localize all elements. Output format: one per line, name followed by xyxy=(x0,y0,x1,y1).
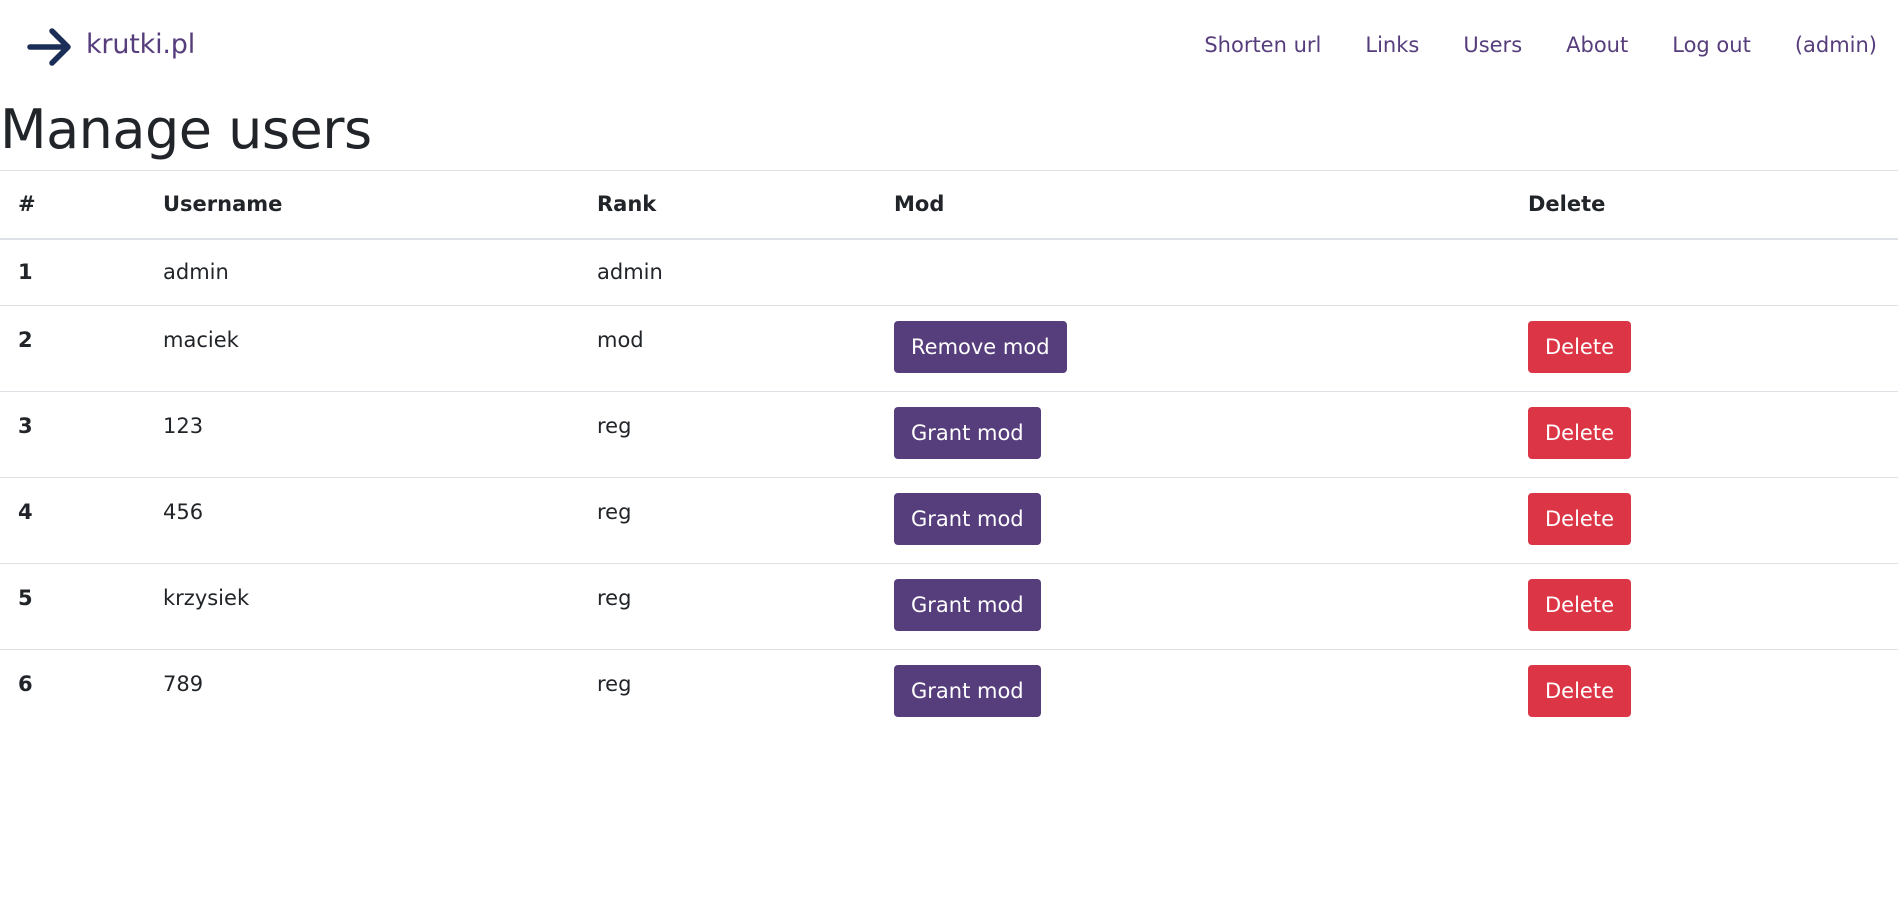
remove-mod-button[interactable]: Remove mod xyxy=(894,321,1067,373)
row-delete-cell: Delete xyxy=(1503,649,1898,736)
table-row: 5 krzysiek reg Grant mod Delete xyxy=(0,563,1898,650)
row-number: 1 xyxy=(0,238,145,306)
row-number: 2 xyxy=(0,305,145,392)
row-mod-cell: Grant mod xyxy=(877,563,1503,650)
page-title: Manage users xyxy=(0,98,372,161)
row-rank: reg xyxy=(579,563,877,650)
grant-mod-button[interactable]: Grant mod xyxy=(894,665,1041,717)
arrow-right-icon xyxy=(27,28,71,66)
row-delete-cell: Delete xyxy=(1503,477,1898,564)
nav-menu: Shorten url Links Users About Log out (a… xyxy=(1204,33,1877,57)
column-header-number: # xyxy=(0,170,145,240)
column-header-mod: Mod xyxy=(877,170,1503,240)
row-delete-cell: Delete xyxy=(1503,305,1898,392)
grant-mod-button[interactable]: Grant mod xyxy=(894,579,1041,631)
row-delete-cell xyxy=(1503,238,1898,306)
nav-about[interactable]: About xyxy=(1566,33,1628,57)
row-rank: reg xyxy=(579,477,877,564)
row-mod-cell: Remove mod xyxy=(877,305,1503,392)
row-rank: reg xyxy=(579,391,877,478)
header-row: # Username Rank Mod Delete xyxy=(0,170,1898,240)
nav-links[interactable]: Links xyxy=(1365,33,1419,57)
row-username: maciek xyxy=(145,305,579,392)
column-header-rank: Rank xyxy=(579,170,877,240)
table-row: 4 456 reg Grant mod Delete xyxy=(0,477,1898,564)
delete-user-button[interactable]: Delete xyxy=(1528,407,1631,459)
column-header-delete: Delete xyxy=(1503,170,1898,240)
row-number: 4 xyxy=(0,477,145,564)
row-username: 789 xyxy=(145,649,579,736)
table-row: 6 789 reg Grant mod Delete xyxy=(0,649,1898,736)
row-delete-cell: Delete xyxy=(1503,391,1898,478)
brand-link[interactable]: krutki.pl xyxy=(26,25,195,69)
row-mod-cell: Grant mod xyxy=(877,391,1503,478)
row-username: 123 xyxy=(145,391,579,478)
row-rank: mod xyxy=(579,305,877,392)
delete-user-button[interactable]: Delete xyxy=(1528,321,1631,373)
row-rank: admin xyxy=(579,238,877,306)
grant-mod-button[interactable]: Grant mod xyxy=(894,493,1041,545)
row-delete-cell: Delete xyxy=(1503,563,1898,650)
top-navbar: krutki.pl Shorten url Links Users About … xyxy=(0,0,1898,96)
row-mod-cell xyxy=(877,238,1503,306)
row-number: 6 xyxy=(0,649,145,736)
nav-log-out[interactable]: Log out xyxy=(1672,33,1751,57)
delete-user-button[interactable]: Delete xyxy=(1528,493,1631,545)
users-table: # Username Rank Mod Delete 1 admin admin… xyxy=(0,170,1898,736)
nav-users[interactable]: Users xyxy=(1463,33,1522,57)
nav-current-user[interactable]: (admin) xyxy=(1795,33,1877,57)
table-row: 2 maciek mod Remove mod Delete xyxy=(0,305,1898,392)
row-username: krzysiek xyxy=(145,563,579,650)
row-number: 5 xyxy=(0,563,145,650)
delete-user-button[interactable]: Delete xyxy=(1528,665,1631,717)
column-header-username: Username xyxy=(145,170,579,240)
delete-user-button[interactable]: Delete xyxy=(1528,579,1631,631)
table-body: 1 admin admin 2 maciek mod Remove mod De… xyxy=(0,238,1898,736)
table-row: 1 admin admin xyxy=(0,238,1898,306)
row-mod-cell: Grant mod xyxy=(877,477,1503,564)
row-number: 3 xyxy=(0,391,145,478)
row-username: 456 xyxy=(145,477,579,564)
table-header: # Username Rank Mod Delete xyxy=(0,170,1898,240)
table-row: 3 123 reg Grant mod Delete xyxy=(0,391,1898,478)
row-username: admin xyxy=(145,238,579,306)
grant-mod-button[interactable]: Grant mod xyxy=(894,407,1041,459)
row-rank: reg xyxy=(579,649,877,736)
brand-name: krutki.pl xyxy=(86,28,195,60)
row-mod-cell: Grant mod xyxy=(877,649,1503,736)
nav-shorten-url[interactable]: Shorten url xyxy=(1204,33,1321,57)
